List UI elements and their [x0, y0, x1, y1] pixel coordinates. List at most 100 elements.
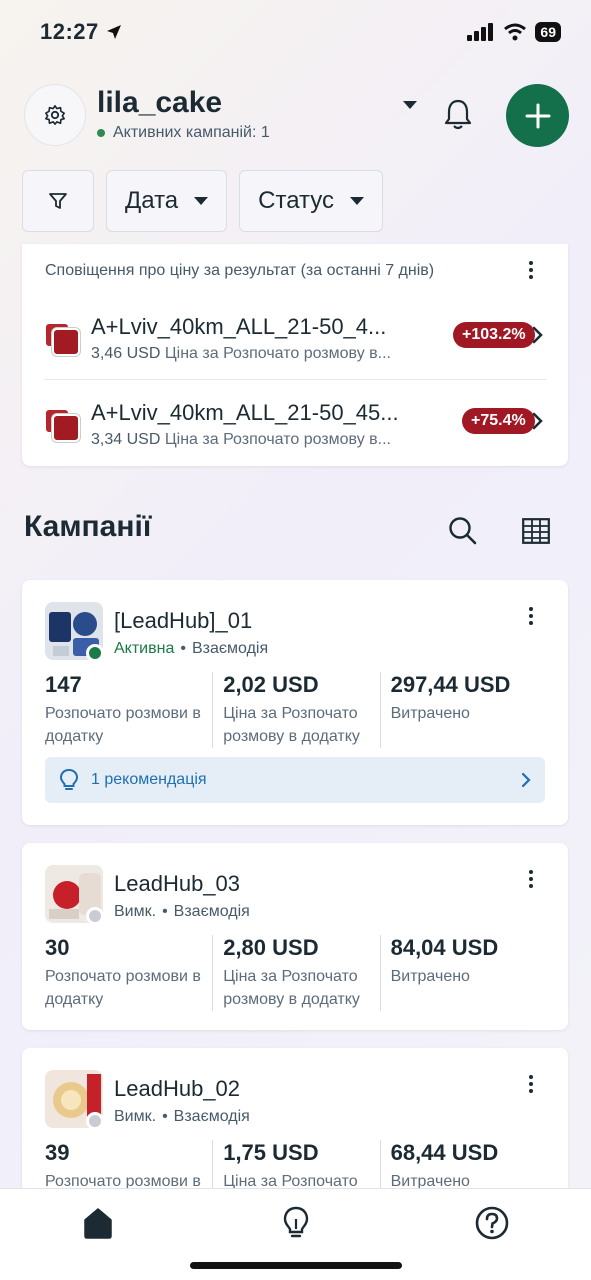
- add-campaign-button[interactable]: [506, 84, 569, 147]
- status-icons: 69: [467, 22, 561, 42]
- settings-button[interactable]: [24, 84, 86, 146]
- search-icon[interactable]: [448, 516, 478, 546]
- nav-recommendations[interactable]: [276, 1203, 316, 1243]
- lightbulb-icon: [283, 1206, 309, 1238]
- location-arrow-icon: [106, 25, 121, 39]
- alert-item[interactable]: A+Lviv_40km_ALL_21-50_4... 3,46 USD Ціна…: [44, 304, 546, 364]
- metric-value: 1,75 USD: [223, 1140, 319, 1165]
- chevron-right-icon: [532, 326, 543, 344]
- metric-results: 30 Розпочато розмови в додатку: [45, 935, 212, 1011]
- nav-help[interactable]: [472, 1203, 512, 1243]
- metric-label: Розпочато розмови в додатку: [45, 705, 201, 745]
- more-options-icon[interactable]: [519, 867, 543, 891]
- campaign-name: [LeadHub]_01: [114, 608, 253, 633]
- campaign-card[interactable]: LeadHub_03 Вимк. • Взаємодія 30 Розпочат…: [22, 843, 568, 1030]
- nav-home[interactable]: [78, 1203, 118, 1243]
- account-name[interactable]: lila_cake: [97, 86, 222, 120]
- separator: •: [162, 903, 168, 920]
- more-options-icon[interactable]: [519, 1072, 543, 1096]
- metric-value: 39: [45, 1140, 70, 1165]
- metric-label: Ціна за Розпочато розмову в додатку: [223, 968, 360, 1008]
- metric-value: 84,04 USD: [390, 935, 499, 960]
- filter-button[interactable]: [22, 170, 94, 232]
- metric-cost-per-result: 2,02 USD Ціна за Розпочато розмову в дод…: [212, 672, 379, 748]
- help-icon: [475, 1206, 509, 1240]
- campaign-name: LeadHub_02: [114, 1076, 241, 1101]
- bell-icon[interactable]: [442, 98, 474, 132]
- active-dot: [97, 129, 105, 137]
- more-options-icon[interactable]: [519, 604, 543, 628]
- alert-campaign-name: A+Lviv_40km_ALL_21-50_4...: [91, 314, 387, 339]
- metric-value: 2,80 USD: [223, 935, 319, 960]
- separator: •: [162, 1108, 168, 1125]
- campaign-objective: Взаємодія: [173, 1108, 250, 1125]
- alert-price: 3,34 USD: [91, 431, 161, 448]
- campaigns-heading: Кампанії: [24, 510, 152, 543]
- campaign-meta: Вимк. • Взаємодія: [114, 903, 250, 921]
- separator: •: [180, 640, 186, 657]
- campaign-objective: Взаємодія: [191, 640, 269, 657]
- divider: [44, 379, 546, 380]
- status-dot: [86, 907, 104, 925]
- campaign-metrics: 147 Розпочато розмови в додатку 2,02 USD…: [45, 672, 547, 748]
- campaign-card[interactable]: LeadHub_02 Вимк. • Взаємодія 39 Розпочат…: [22, 1048, 568, 1216]
- gear-icon: [45, 105, 65, 125]
- campaign-status: Активна: [114, 640, 175, 657]
- campaign-metrics: 30 Розпочато розмови в додатку 2,80 USD …: [45, 935, 547, 1011]
- alert-campaign-name: A+Lviv_40km_ALL_21-50_45...: [91, 400, 399, 425]
- metric-spent: 84,04 USD Витрачено: [379, 935, 547, 1011]
- price-change-badge: +75.4%: [462, 408, 535, 434]
- metric-value: 297,44 USD: [390, 672, 511, 697]
- alert-price-line: 3,46 USD Ціна за Розпочато розмову в...: [91, 345, 391, 363]
- lightbulb-icon: [59, 768, 79, 790]
- alert-item[interactable]: A+Lviv_40km_ALL_21-50_45... 3,34 USD Цін…: [44, 390, 546, 450]
- alert-price-desc: Ціна за Розпочато розмову в...: [164, 431, 391, 448]
- metric-label: Розпочато розмови в додатку: [45, 968, 201, 1008]
- campaign-name: LeadHub_03: [114, 871, 241, 896]
- campaign-status: Вимк.: [114, 1108, 157, 1125]
- active-campaigns-status: Активних кампаній: 1: [97, 124, 270, 142]
- filter-bar: Дата Статус: [22, 170, 384, 232]
- recommendation-bar[interactable]: 1 рекомендація: [45, 757, 545, 803]
- metric-cost-per-result: 2,80 USD Ціна за Розпочато розмову в дод…: [212, 935, 379, 1011]
- metric-label: Витрачено: [390, 968, 470, 985]
- wifi-icon: [504, 23, 527, 41]
- alert-price: 3,46 USD: [91, 345, 161, 362]
- chevron-right-icon: [532, 412, 543, 430]
- metric-value: 68,44 USD: [390, 1140, 499, 1165]
- status-time: 12:27: [40, 19, 123, 45]
- metric-value: 147: [45, 672, 82, 697]
- table-view-icon[interactable]: [522, 518, 550, 544]
- status-dot: [86, 644, 104, 662]
- status-dot: [86, 1112, 104, 1130]
- metric-value: 30: [45, 935, 70, 960]
- alert-price-desc: Ціна за Розпочато розмову в...: [164, 345, 391, 362]
- alert-price-line: 3,34 USD Ціна за Розпочато розмову в...: [91, 431, 391, 449]
- price-change-badge: +103.2%: [453, 322, 535, 348]
- campaign-card[interactable]: [LeadHub]_01 Активна • Взаємодія 147 Роз…: [22, 580, 568, 825]
- ad-thumbnail: [44, 408, 80, 444]
- battery-icon: 69: [535, 22, 561, 42]
- alerts-title: Сповіщення про ціну за результат (за ост…: [45, 262, 435, 279]
- metric-label: Ціна за Розпочато розмову в додатку: [223, 705, 360, 745]
- campaign-meta: Активна • Взаємодія: [114, 640, 268, 658]
- metric-label: Витрачено: [390, 705, 470, 722]
- status-filter[interactable]: Статус: [239, 170, 384, 232]
- chevron-down-icon[interactable]: [402, 100, 418, 110]
- more-options-icon[interactable]: [519, 258, 543, 282]
- chevron-right-icon: [521, 772, 531, 788]
- metric-value: 2,02 USD: [223, 672, 319, 697]
- status-filter-label: Статус: [258, 187, 335, 214]
- campaign-status: Вимк.: [114, 903, 157, 920]
- metric-spent: 297,44 USD Витрачено: [379, 672, 547, 748]
- status-bar: 12:27 69: [0, 0, 591, 64]
- clock: 12:27: [40, 19, 99, 44]
- date-filter[interactable]: Дата: [106, 170, 228, 232]
- recommendation-label: 1 рекомендація: [91, 771, 207, 788]
- signal-icon: [467, 23, 494, 41]
- active-campaigns-text: Активних кампаній: 1: [113, 124, 270, 141]
- price-alerts-card: Сповіщення про ціну за результат (за ост…: [22, 244, 568, 466]
- metric-results: 147 Розпочато розмови в додатку: [45, 672, 212, 748]
- date-filter-label: Дата: [125, 187, 179, 214]
- funnel-icon: [49, 193, 67, 209]
